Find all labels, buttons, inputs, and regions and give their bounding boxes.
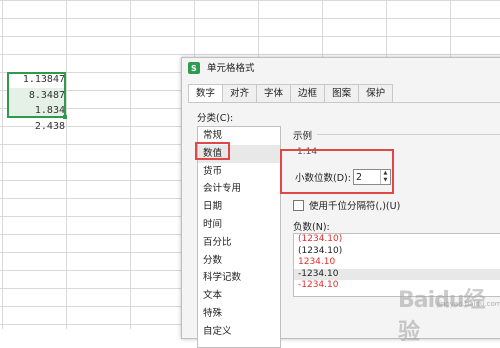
dialog-title: 单元格格式 [207, 63, 255, 74]
negative-option[interactable]: (1234.10) [294, 234, 500, 246]
thousand-separator-label: 使用千位分隔符(,)(U) [309, 201, 401, 212]
wps-app-icon [188, 58, 200, 80]
tab-number[interactable]: 数字 [188, 84, 224, 103]
sample-label: 示例 [293, 131, 313, 142]
category-text[interactable]: 文本 [198, 287, 280, 305]
sample-divider [317, 134, 500, 135]
tab-divider [188, 102, 500, 103]
thousand-separator-row[interactable]: 使用千位分隔符(,)(U) [293, 198, 400, 212]
decimal-highlight-box [280, 149, 394, 194]
tab-font[interactable]: 字体 [256, 84, 292, 102]
cell-a4[interactable]: 2.438 [5, 119, 68, 135]
fill-handle[interactable] [63, 115, 67, 119]
category-percentage[interactable]: 百分比 [198, 234, 280, 252]
watermark-url: jingyan.baidu.com [437, 300, 500, 308]
category-label: 分类(C): [197, 113, 234, 124]
category-fraction[interactable]: 分数 [198, 252, 280, 270]
category-date[interactable]: 日期 [198, 198, 280, 216]
negative-option-selected[interactable]: -1234.10 [294, 268, 500, 281]
category-highlight-box [195, 142, 230, 160]
thousand-separator-checkbox[interactable] [293, 199, 304, 211]
tab-protection[interactable]: 保护 [358, 84, 394, 102]
tab-alignment[interactable]: 对齐 [222, 84, 258, 102]
negative-numbers-label: 负数(N): [293, 222, 330, 233]
category-time[interactable]: 时间 [198, 216, 280, 234]
tab-border[interactable]: 边框 [290, 84, 326, 102]
tab-pattern[interactable]: 图案 [324, 84, 360, 102]
category-scientific[interactable]: 科学记数 [198, 269, 280, 287]
watermark-logo: Baidu经验 [398, 288, 486, 345]
negative-option[interactable]: 1234.10 [294, 257, 500, 269]
cell-selection [7, 72, 66, 118]
tab-bar: 数字 对齐 字体 边框 图案 保护 [188, 84, 394, 103]
category-special[interactable]: 特殊 [198, 305, 280, 323]
category-accounting[interactable]: 会计专用 [198, 180, 280, 198]
dialog-titlebar[interactable]: 单元格格式 [182, 58, 500, 80]
negative-option[interactable]: (1234.10) [294, 246, 500, 258]
category-custom[interactable]: 自定义 [198, 323, 280, 341]
category-currency[interactable]: 货币 [198, 163, 280, 181]
